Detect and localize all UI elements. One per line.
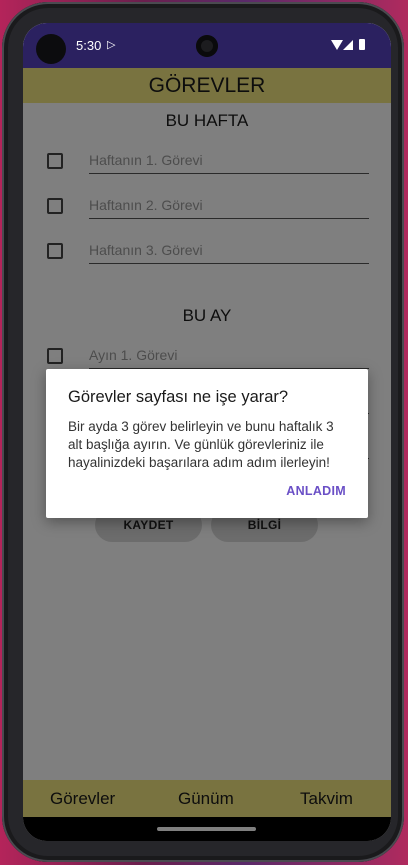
info-dialog: Görevler sayfası ne işe yarar? Bir ayda …	[46, 369, 368, 518]
play-store-icon: ▷	[107, 39, 116, 51]
status-bar: 5:30 ▷	[23, 23, 391, 68]
wifi-icon	[331, 40, 343, 50]
screen: 5:30 ▷ GÖREVLER BU HAFTA BU AY	[23, 23, 391, 841]
status-time: 5:30	[76, 38, 102, 53]
dialog-message: Bir ayda 3 görev belirleyin ve bunu haft…	[68, 419, 334, 470]
signal-icon	[343, 40, 353, 50]
front-camera-left	[36, 34, 66, 64]
battery-icon	[359, 39, 365, 50]
dialog-confirm-button[interactable]: ANLADIM	[286, 484, 346, 498]
dialog-title: Görevler sayfası ne işe yarar?	[68, 388, 289, 406]
front-camera-icon	[196, 35, 218, 57]
phone-frame: 5:30 ▷ GÖREVLER BU HAFTA BU AY	[2, 2, 404, 862]
